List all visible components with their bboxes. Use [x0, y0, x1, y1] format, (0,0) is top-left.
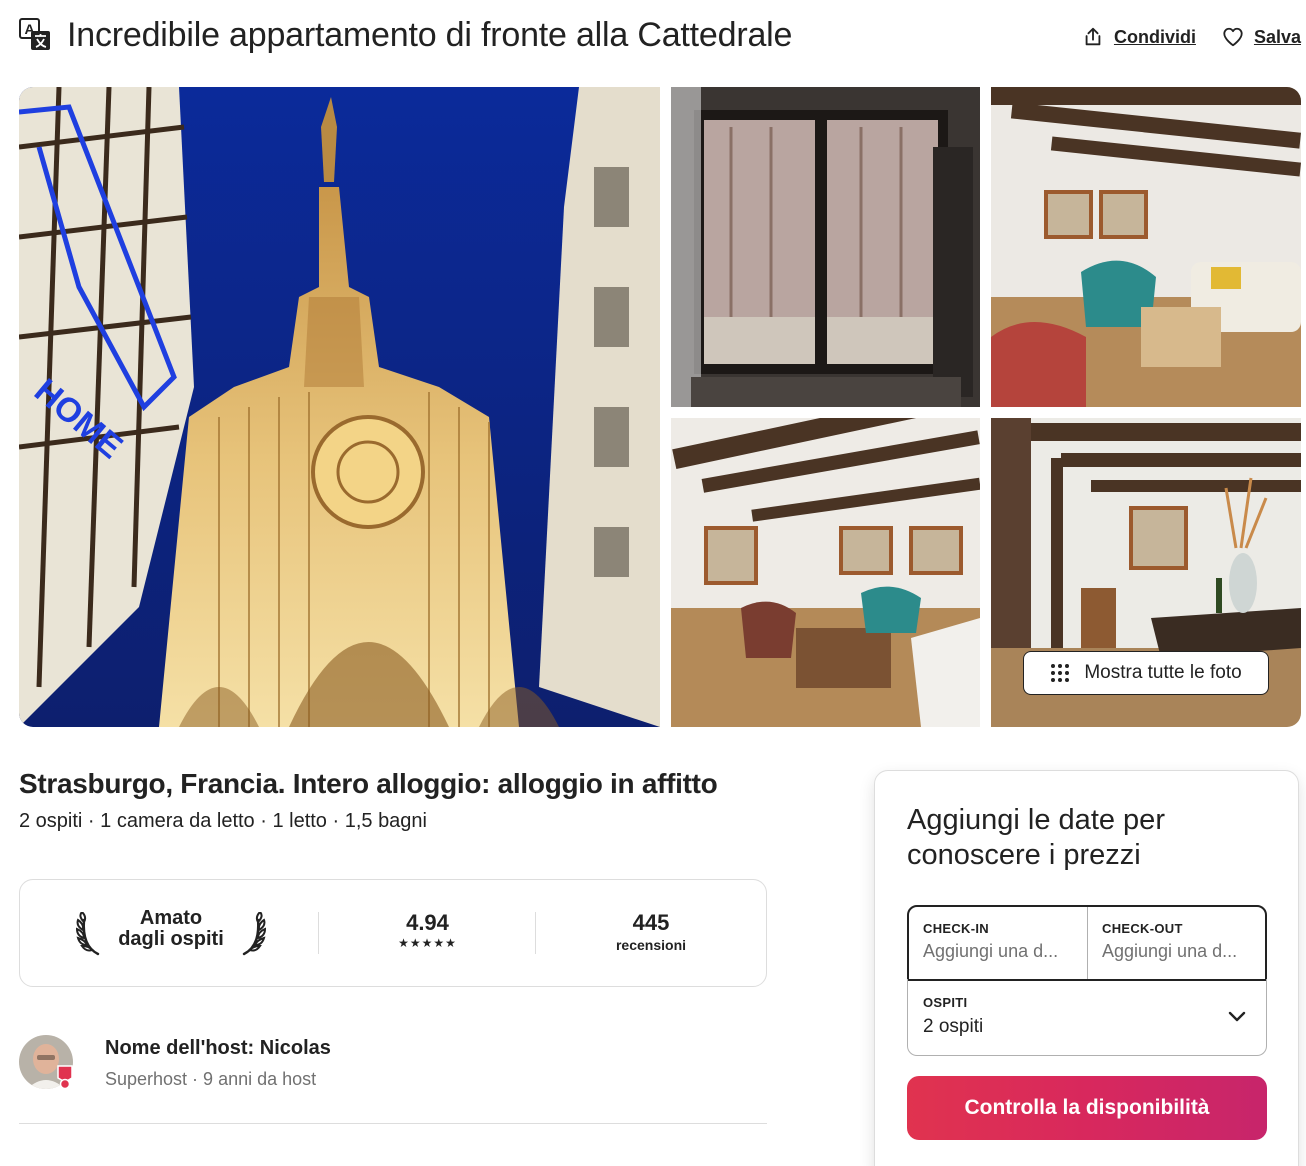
share-icon	[1085, 27, 1101, 46]
share-button[interactable]: Condividi	[1082, 26, 1196, 48]
show-all-label: Mostra tutte le foto	[1084, 662, 1242, 683]
show-all-photos-button[interactable]: Mostra tutte le foto	[1023, 651, 1269, 695]
date-picker: CHECK-IN Aggiungi una d... CHECK-OUT Agg…	[907, 905, 1267, 981]
check-availability-button[interactable]: Controlla la disponibilità	[907, 1076, 1267, 1140]
rating-stars: ★★★★★	[398, 936, 457, 950]
save-button[interactable]: Salva	[1222, 26, 1301, 48]
booking-card: Aggiungi le date per conoscere i prezzi …	[874, 770, 1299, 1166]
header-actions: Condividi Salva	[1082, 26, 1301, 48]
reviews-count[interactable]: 445 recensioni	[580, 910, 722, 954]
guest-favorite-text: Amato dagli ospiti	[106, 908, 236, 950]
checkin-label: CHECK-IN	[923, 921, 989, 936]
laurel-icon	[76, 912, 100, 956]
save-label: Salva	[1253, 26, 1301, 47]
heart-icon	[1223, 27, 1243, 47]
booking-title: Aggiungi le date per conoscere i prezzi	[907, 804, 1165, 871]
grid-dots-icon	[1051, 664, 1070, 682]
host-name: Nome dell'host: Nicolas	[105, 1037, 331, 1059]
checkin-field[interactable]: CHECK-IN Aggiungi una d...	[909, 907, 1087, 979]
reviews-count-value: 445	[632, 910, 670, 935]
checkout-field[interactable]: CHECK-OUT Aggiungi una d...	[1087, 907, 1265, 979]
photo-living-room-2[interactable]	[671, 418, 980, 727]
rating-value: 4.94	[406, 910, 449, 935]
guests-select[interactable]: OSPITI 2 ospiti	[907, 979, 1267, 1056]
superhost-badge-icon	[57, 1065, 73, 1089]
guests-label: OSPITI	[923, 995, 968, 1010]
photo-gallery: HOME Mostra tutte le foto	[19, 87, 1301, 727]
laurel-icon	[242, 912, 266, 956]
host-section: Nome dell'host: Nicolas Superhost · 9 an…	[19, 1035, 767, 1095]
checkout-placeholder: Aggiungi una d...	[1102, 941, 1238, 961]
listing-details: 2 ospiti · 1 camera da letto · 1 letto ·…	[19, 810, 427, 832]
photo-window-view[interactable]	[671, 87, 980, 407]
page-title: Incredibile appartamento di fronte alla …	[67, 16, 793, 54]
divider	[318, 912, 319, 954]
host-meta: Superhost · 9 anni da host	[105, 1069, 317, 1089]
checkout-label: CHECK-OUT	[1102, 921, 1183, 936]
rating-card[interactable]: Amato dagli ospiti 4.94 ★★★★★ 445 recens…	[19, 879, 767, 987]
checkin-placeholder: Aggiungi una d...	[923, 941, 1059, 961]
listing-header: A Incredibile appartamento di fronte all…	[19, 14, 1301, 58]
rating-score: 4.94 ★★★★★	[360, 910, 495, 950]
guest-favorite-line2: dagli ospiti	[118, 928, 224, 950]
chevron-down-icon	[1228, 1011, 1246, 1022]
photo-cathedral-main[interactable]: HOME	[19, 87, 660, 727]
divider	[535, 912, 536, 954]
guest-favorite-line1: Amato	[139, 907, 203, 929]
translate-icon[interactable]: A	[19, 18, 51, 52]
share-label: Condividi	[1113, 26, 1196, 47]
guests-value: 2 ospiti	[923, 1016, 984, 1037]
reviews-label: recensioni	[615, 937, 687, 953]
photo-living-room[interactable]	[991, 87, 1301, 407]
guest-favorite-badge: Amato dagli ospiti	[76, 906, 266, 960]
section-divider	[19, 1123, 767, 1124]
listing-subtitle: Strasburgo, Francia. Intero alloggio: al…	[19, 768, 718, 799]
